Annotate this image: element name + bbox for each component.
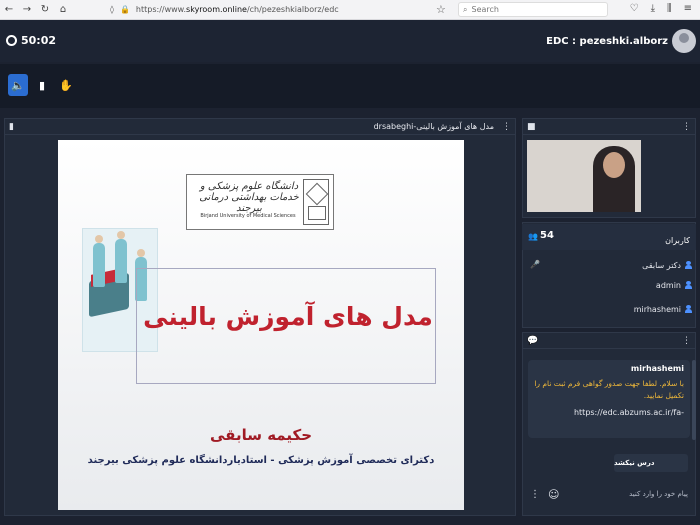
speaker-button[interactable]: 🔈 [8, 74, 28, 96]
browser-toolbar: ← → ↻ ⌂ ◊ 🔒 https://www.skyroom.online/c… [0, 0, 700, 20]
download-icon[interactable]: ⤓ [651, 3, 655, 14]
menu-icon[interactable]: ≡ [684, 3, 692, 14]
hand-icon: ✋ [59, 78, 73, 92]
url-host: skyroom.online [186, 5, 247, 14]
chat-input-placeholder: پیام خود را وارد کنید [629, 490, 688, 498]
chat-message: mirhashemi با سلام. لطفا جهت صدور گواهی … [528, 360, 690, 438]
clock-icon [6, 35, 17, 46]
microphone-icon: 🎤 [530, 260, 540, 269]
pocket-icon[interactable]: ♡ [630, 3, 639, 14]
user-row[interactable]: admin [656, 276, 692, 294]
logo-script: دانشگاه علوم پزشکی و خدمات بهداشتی درمان… [199, 181, 299, 214]
url-text[interactable]: https://www.skyroom.online/ch/pezeshkial… [136, 5, 339, 14]
nurse-figure [93, 235, 105, 287]
search-icon: ⌕ [463, 4, 468, 14]
chat-icon: 💬 [527, 335, 539, 346]
camera-icon: ■ [527, 121, 536, 132]
user-row[interactable]: دکتر سابقی [642, 256, 692, 274]
webcam-video [527, 140, 641, 212]
video-header: ■ ⋮ [523, 119, 695, 135]
document-icon: ▮ [9, 121, 14, 132]
chat-link[interactable]: https://edc.abzums.ac.ir/fa- [534, 408, 684, 417]
url-prefix: https://www. [135, 5, 187, 14]
users-icon: 👥 [528, 232, 538, 241]
users-count: 54 [540, 230, 554, 241]
chat-text: با سلام. لطفا جهت صدور گواهی فرم ثبت نام… [534, 379, 684, 400]
university-logo: دانشگاه علوم پزشکی و خدمات بهداشتی درمان… [186, 174, 334, 230]
user-icon [685, 281, 692, 289]
room-title: EDC : pezeshki.alborz [546, 36, 668, 47]
speaker-face [603, 152, 625, 178]
university-emblem-icon [303, 179, 329, 225]
presentation-slide: دانشگاه علوم پزشکی و خدمات بهداشتی درمان… [58, 140, 464, 510]
emoji-icon[interactable]: ☺ [548, 488, 559, 501]
chat-scrollbar[interactable] [692, 360, 696, 440]
user-name: mirhashemi [633, 304, 681, 314]
app-header: 50:02 EDC : pezeshki.alborz [0, 20, 700, 62]
doctor-figure [115, 231, 127, 283]
search-placeholder: Search [471, 5, 499, 14]
chat-header: 💬 ⋮ [523, 333, 695, 349]
logo-english: Birjand University of Medical Sciences [200, 213, 296, 219]
user-name: admin [655, 280, 681, 290]
users-label: کاربران [665, 236, 690, 245]
back-icon[interactable]: ← [0, 4, 18, 15]
user-icon [685, 261, 692, 269]
author-name: حکیمه سابقی [209, 426, 313, 444]
document-button[interactable]: ▮ [32, 74, 52, 96]
more-menu-icon[interactable]: ⋮ [682, 122, 691, 132]
user-icon [685, 305, 692, 313]
url-path: /ch/pezeshkialborz/edc [246, 5, 339, 14]
speaker-icon: 🔈 [11, 78, 25, 92]
chat-message: درس نیکشد [614, 454, 688, 472]
raise-hand-button[interactable]: ✋ [56, 74, 76, 96]
slide-title: مدل های آموزش بالینی [143, 302, 433, 331]
chat-input[interactable]: ⋮ ☺ پیام خود را وارد کنید [528, 484, 692, 504]
home-icon[interactable]: ⌂ [54, 4, 72, 15]
author-affiliation: دکترای تخصصی آموزش پزشکی - استادیاردانشگ… [87, 455, 435, 466]
session-timer: 50:02 [6, 34, 56, 47]
shield-icon: ◊ [110, 5, 114, 14]
search-input[interactable]: ⌕ Search [458, 2, 608, 17]
presentation-header: ▮ drsabeghi-مدل های آموزش بالینی ⋮ [5, 119, 515, 135]
library-icon[interactable]: ⫼ [667, 3, 672, 14]
users-header: 👥 54 کاربران [522, 224, 696, 250]
document-icon: ▮ [38, 78, 46, 92]
presentation-title: drsabeghi-مدل های آموزش بالینی [373, 122, 494, 131]
timer-value: 50:02 [21, 34, 57, 47]
bookmark-star-icon[interactable]: ☆ [436, 3, 446, 16]
lock-icon: 🔒 [119, 5, 130, 14]
user-name: دکتر سابقی [642, 260, 681, 270]
forward-icon[interactable]: → [18, 4, 36, 15]
reload-icon[interactable]: ↻ [36, 4, 54, 15]
more-menu-icon[interactable]: ⋮ [502, 122, 511, 132]
chat-sender: mirhashemi [630, 364, 684, 373]
more-options-icon[interactable]: ⋮ [530, 489, 540, 500]
address-bar[interactable]: ◊ 🔒 https://www.skyroom.online/ch/pezesh… [110, 2, 450, 17]
avatar[interactable] [672, 29, 696, 53]
more-menu-icon[interactable]: ⋮ [682, 336, 691, 346]
user-row[interactable]: mirhashemi [634, 300, 692, 318]
controls-toolbar: 🔈 ▮ ✋ [0, 64, 700, 108]
